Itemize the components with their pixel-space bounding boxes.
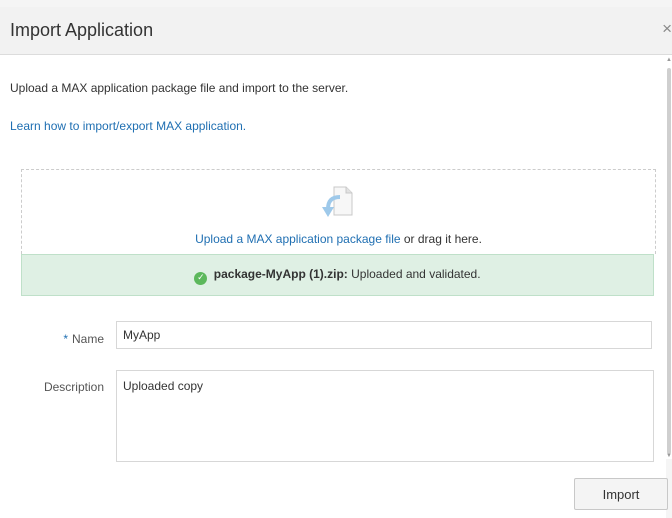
upload-status-message: Uploaded and validated. <box>351 267 481 281</box>
dropzone-suffix: or drag it here. <box>400 232 482 246</box>
dialog-title: Import Application <box>10 20 154 40</box>
upload-status-bar: ✓ package-MyApp (1).zip: Uploaded and va… <box>21 254 654 296</box>
scroll-thumb[interactable] <box>667 68 671 454</box>
scroll-down-arrow-icon[interactable]: ▼ <box>666 453 672 459</box>
name-label-group: * Name <box>40 332 104 346</box>
upload-status-content: ✓ package-MyApp (1).zip: Uploaded and va… <box>22 267 653 285</box>
name-input[interactable] <box>116 321 652 349</box>
dialog-scrollbar[interactable]: ▲ ▼ <box>666 55 672 459</box>
import-application-dialog: Import Application × Upload a MAX applic… <box>0 0 672 518</box>
dialog-header: Import Application × <box>0 7 672 55</box>
description-textarea[interactable]: Uploaded copy <box>116 370 654 462</box>
upload-package-link[interactable]: Upload a MAX application package file <box>195 232 400 246</box>
learn-import-export-link[interactable]: Learn how to import/export MAX applicati… <box>10 119 246 133</box>
import-button[interactable]: Import <box>574 478 668 510</box>
upload-dropzone[interactable]: Upload a MAX application package file or… <box>21 169 656 254</box>
dropzone-text: Upload a MAX application package file or… <box>22 232 655 246</box>
description-label: Description <box>43 380 104 394</box>
dialog-body: Upload a MAX application package file an… <box>0 55 668 518</box>
intro-text: Upload a MAX application package file an… <box>10 81 349 95</box>
file-upload-icon <box>322 186 353 217</box>
check-circle-icon: ✓ <box>194 272 208 285</box>
required-indicator: * <box>63 332 68 346</box>
uploaded-filename: package-MyApp (1).zip: <box>213 267 348 281</box>
close-icon[interactable]: × <box>662 19 672 39</box>
name-label: Name <box>71 332 104 346</box>
scroll-up-arrow-icon[interactable]: ▲ <box>666 57 672 63</box>
